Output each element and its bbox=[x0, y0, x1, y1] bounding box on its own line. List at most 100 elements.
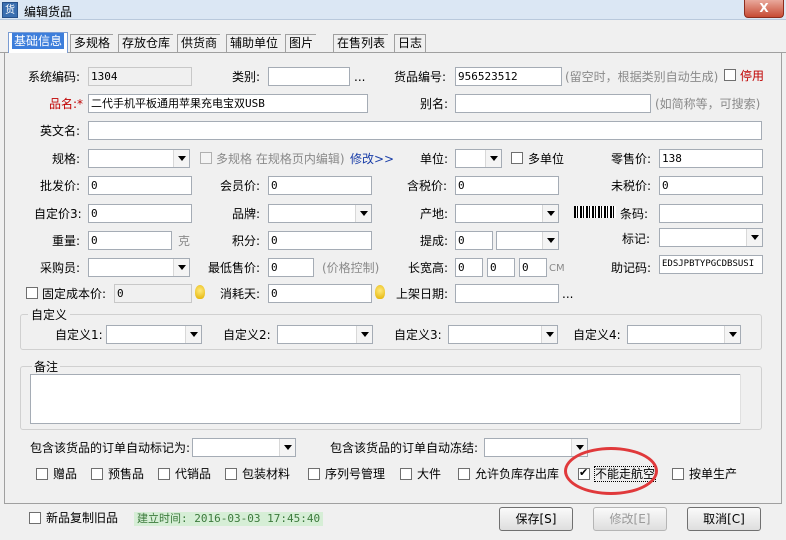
retail-price-field[interactable]: 138 bbox=[659, 149, 763, 168]
mark-select[interactable] bbox=[659, 228, 763, 247]
consume-days-label: 消耗天: bbox=[220, 287, 261, 301]
custom-price3-label: 自定价3: bbox=[34, 207, 82, 221]
fixed-cost-checkbox[interactable] bbox=[26, 287, 38, 299]
alias-hint: (如简称等，可搜索) bbox=[655, 97, 761, 111]
unit-label: 单位: bbox=[420, 152, 449, 166]
make-to-order-checkbox[interactable] bbox=[672, 468, 684, 480]
copy-old-checkbox[interactable] bbox=[29, 512, 41, 524]
copy-old-label: 新品复制旧品 bbox=[46, 511, 119, 525]
name-field[interactable]: 二代手机平板通用苹果充电宝双USB bbox=[88, 94, 368, 113]
save-button[interactable]: 保存[S] bbox=[499, 507, 573, 531]
fixed-cost-label: 固定成本价: bbox=[42, 287, 107, 301]
tab-log[interactable]: 日志 bbox=[394, 34, 427, 53]
tab-warehouse[interactable]: 存放仓库 bbox=[118, 34, 174, 53]
modify-button: 修改[E] bbox=[593, 507, 667, 531]
custom2-select[interactable] bbox=[277, 325, 373, 344]
bulky-checkbox[interactable] bbox=[400, 468, 412, 480]
lightbulb-icon[interactable] bbox=[375, 285, 385, 299]
commission-field[interactable]: 0 bbox=[455, 231, 493, 250]
window-title: 编辑货品 bbox=[24, 5, 73, 19]
order-auto-freeze-label: 包含该货品的订单自动冻结: bbox=[330, 441, 479, 455]
mark-label: 标记: bbox=[622, 232, 651, 246]
item-no-field[interactable]: 956523512 bbox=[455, 67, 562, 86]
spec-label: 规格: bbox=[52, 152, 81, 166]
custom1-select[interactable] bbox=[106, 325, 202, 344]
consignment-checkbox[interactable] bbox=[158, 468, 170, 480]
tax-price-field[interactable]: 0 bbox=[455, 176, 559, 195]
shelf-date-browse-button[interactable]: ... bbox=[562, 287, 573, 301]
min-price-field[interactable]: 0 bbox=[268, 258, 314, 277]
category-browse-button[interactable]: ... bbox=[354, 70, 365, 84]
cancel-button[interactable]: 取消[C] bbox=[687, 507, 761, 531]
brand-select[interactable] bbox=[268, 204, 372, 223]
order-auto-freeze-select[interactable] bbox=[484, 438, 588, 457]
weight-label: 重量: bbox=[52, 234, 81, 248]
notes-scrollbar[interactable] bbox=[740, 374, 756, 424]
system-code-label: 系统编码: bbox=[28, 70, 81, 84]
english-name-field[interactable] bbox=[88, 121, 762, 140]
mnemonic-field[interactable]: EDSJPBTYPGCDBSUSI bbox=[659, 255, 763, 274]
min-price-label: 最低售价: bbox=[208, 261, 261, 275]
tab-images[interactable]: 图片 bbox=[285, 34, 317, 53]
buyer-select[interactable] bbox=[88, 258, 190, 277]
order-auto-mark-select[interactable] bbox=[192, 438, 296, 457]
gift-checkbox[interactable] bbox=[36, 468, 48, 480]
no-tax-price-label: 未税价: bbox=[611, 179, 652, 193]
multi-spec-label: 多规格 在规格页内编辑) bbox=[216, 152, 345, 166]
unit-select[interactable] bbox=[455, 149, 502, 168]
spec-select[interactable] bbox=[88, 149, 190, 168]
tab-aux-unit[interactable]: 辅助单位 bbox=[226, 34, 282, 53]
system-code-field: 1304 bbox=[88, 67, 192, 86]
barcode-field[interactable] bbox=[659, 204, 763, 223]
wholesale-price-label: 批发价: bbox=[40, 179, 81, 193]
lightbulb-icon[interactable] bbox=[195, 285, 205, 299]
custom4-select[interactable] bbox=[627, 325, 741, 344]
consume-days-field[interactable]: 0 bbox=[268, 284, 372, 303]
tab-supplier[interactable]: 供货商 bbox=[177, 34, 221, 53]
chevron-down-icon bbox=[279, 439, 295, 456]
wholesale-price-field[interactable]: 0 bbox=[88, 176, 192, 195]
alias-field[interactable] bbox=[455, 94, 651, 113]
member-price-field[interactable]: 0 bbox=[268, 176, 372, 195]
category-field[interactable] bbox=[268, 67, 350, 86]
chevron-down-icon bbox=[541, 326, 557, 343]
tab-basic-info[interactable]: 基础信息 bbox=[8, 32, 69, 54]
commission-type-select[interactable] bbox=[496, 231, 559, 250]
make-to-order-label: 按单生产 bbox=[689, 467, 738, 481]
close-button[interactable]: X bbox=[744, 0, 784, 18]
title-bar bbox=[0, 0, 786, 20]
modify-spec-link[interactable]: 修改>> bbox=[350, 152, 394, 166]
height-field[interactable]: 0 bbox=[519, 258, 547, 277]
length-field[interactable]: 0 bbox=[455, 258, 483, 277]
serial-number-checkbox[interactable] bbox=[308, 468, 320, 480]
multi-unit-checkbox[interactable] bbox=[511, 152, 523, 164]
presale-label: 预售品 bbox=[108, 467, 145, 481]
origin-label: 产地: bbox=[420, 207, 449, 221]
points-field[interactable]: 0 bbox=[268, 231, 372, 250]
negative-stock-checkbox[interactable] bbox=[458, 468, 470, 480]
width-field[interactable]: 0 bbox=[487, 258, 515, 277]
chevron-down-icon bbox=[173, 259, 189, 276]
presale-checkbox[interactable] bbox=[91, 468, 103, 480]
dimensions-unit: CM bbox=[549, 263, 565, 274]
custom-price3-field[interactable]: 0 bbox=[88, 204, 192, 223]
tab-multi-spec[interactable]: 多规格 bbox=[70, 34, 114, 53]
mnemonic-label: 助记码: bbox=[611, 261, 652, 275]
tab-on-sale[interactable]: 在售列表 bbox=[333, 34, 389, 53]
no-tax-price-field[interactable]: 0 bbox=[659, 176, 763, 195]
gift-label: 赠品 bbox=[53, 467, 78, 481]
chevron-down-icon bbox=[746, 229, 762, 246]
shelf-date-field[interactable] bbox=[455, 284, 559, 303]
created-time: 建立时间: 2016-03-03 17:45:40 bbox=[134, 512, 324, 526]
disable-checkbox[interactable] bbox=[724, 69, 736, 81]
buyer-label: 采购员: bbox=[40, 261, 81, 275]
chevron-down-icon bbox=[542, 205, 558, 222]
custom3-select[interactable] bbox=[448, 325, 558, 344]
origin-select[interactable] bbox=[455, 204, 559, 223]
weight-field[interactable]: 0 bbox=[88, 231, 172, 250]
tab-label: 基础信息 bbox=[12, 33, 65, 49]
packaging-checkbox[interactable] bbox=[225, 468, 237, 480]
chevron-down-icon bbox=[356, 326, 372, 343]
custom4-label: 自定义4: bbox=[573, 328, 621, 342]
notes-textarea[interactable] bbox=[30, 374, 756, 424]
